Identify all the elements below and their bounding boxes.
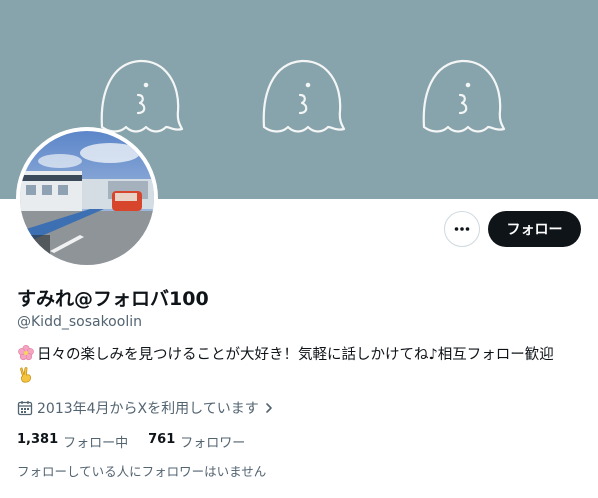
bio: 日々の楽しみを見つけることが大好き！気軽に話しかけてね♪相互フォロー歓迎 <box>17 344 583 388</box>
followers-link[interactable]: 761 フォロワー <box>148 432 245 451</box>
bio-text: 日々の楽しみを見つけることが大好き！気軽に話しかけてね♪相互フォロー歓迎 <box>37 347 554 363</box>
user-handle: @Kidd_sosakoolin <box>17 314 142 330</box>
followers-label: フォロワー <box>180 436 246 451</box>
mutual-followers-note: フォローしている人にフォロワーはいません <box>17 464 267 479</box>
calendar-icon <box>17 401 33 416</box>
joined-text: 2013年4月からXを利用しています <box>37 401 259 417</box>
more-icon <box>454 227 470 231</box>
follow-stats: 1,381 フォロー中 761 フォロワー <box>17 432 265 451</box>
avatar[interactable] <box>16 127 158 269</box>
joined-date[interactable]: 2013年4月からXを利用しています <box>17 398 275 418</box>
avatar-photo <box>20 131 154 265</box>
following-count: 1,381 <box>17 432 59 447</box>
more-button[interactable] <box>444 211 480 247</box>
cherry-blossom-icon <box>18 344 34 361</box>
victory-hand-icon <box>20 367 31 383</box>
followers-count: 761 <box>148 432 176 447</box>
following-label: フォロー中 <box>63 436 129 451</box>
following-link[interactable]: 1,381 フォロー中 <box>17 432 128 451</box>
chevron-right-icon <box>265 403 272 413</box>
follow-button[interactable]: フォロー <box>488 211 581 247</box>
display-name: すみれ@フォロバ100 <box>17 288 209 310</box>
